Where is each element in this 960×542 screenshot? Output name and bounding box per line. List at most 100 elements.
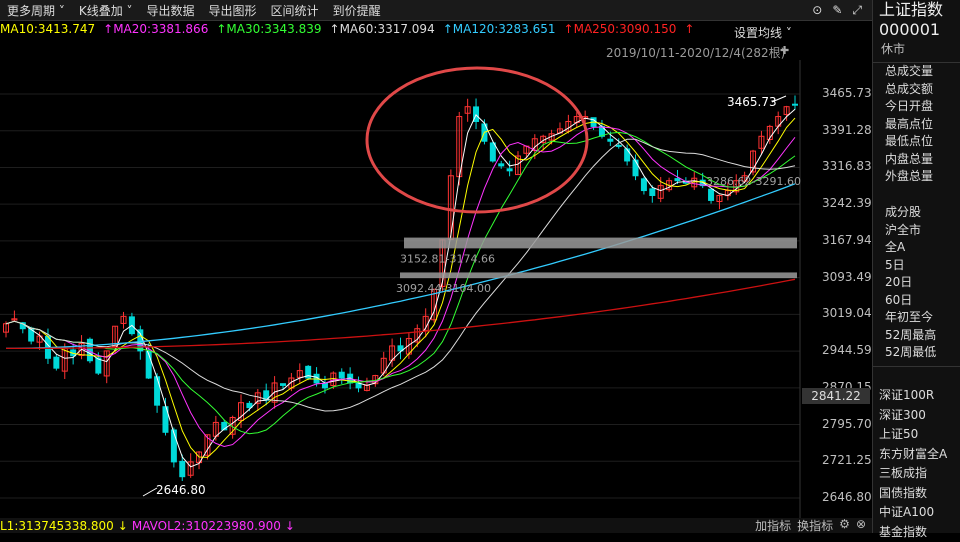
sidebar-item[interactable]: 最高点位	[873, 116, 960, 134]
sidebar-item[interactable]: 52周最高	[873, 327, 960, 345]
toolbar-item-1[interactable]: K线叠加 ˅	[72, 2, 140, 19]
stats-list: 总成交量总成交额今日开盘最高点位最低点位内盘总量外盘总量	[873, 63, 960, 186]
volume-legend-item: ↓	[285, 519, 295, 533]
sidebar-item[interactable]: 上证50	[873, 425, 960, 445]
indicator-controls: 加指标换指标 ⚙ ⊗	[755, 517, 872, 534]
toolbar-item-0[interactable]: 更多周期 ˅	[0, 2, 72, 19]
sidebar-item[interactable]: 深证300	[873, 406, 960, 426]
candle-body	[625, 149, 630, 161]
price-band	[404, 238, 797, 249]
volume-legend-item: MAVOL2:310223980.900	[132, 519, 281, 533]
volume-legend-bar: L1:313745338.800 ↓ MAVOL2:310223980.900 ↓ 加指…	[0, 518, 872, 533]
indicator-control-2[interactable]: ⚙	[839, 517, 850, 534]
current-price-tag: 2841.22	[802, 388, 870, 404]
candle-body	[180, 461, 185, 476]
candle-body	[507, 169, 512, 171]
market-status: 休市	[873, 40, 960, 58]
low-arrow	[143, 488, 157, 496]
toolbar-item-3[interactable]: 导出图形	[202, 2, 264, 19]
volume-legend-item: ↓	[118, 519, 128, 533]
price-tick-label: 3019.04	[822, 306, 872, 320]
candle-body	[633, 160, 638, 176]
sidebar-item[interactable]: 52周最低	[873, 344, 960, 362]
candle-body	[490, 143, 495, 161]
kline-chart[interactable]: 3152.81-3174.66 3092.44-3104.00 3286.62-32…	[0, 60, 872, 518]
price-tick-label: 2646.80	[822, 490, 872, 504]
candle-body	[96, 358, 101, 373]
price-tick-label: 3316.83	[822, 159, 872, 173]
price-tick-label: 3391.28	[822, 123, 872, 137]
candle-body	[793, 104, 798, 105]
price-tick-label: 2721.25	[822, 453, 872, 467]
date-range-label: 2019/10/11-2020/12/4(282根)	[606, 44, 785, 61]
price-tick-label: 3242.39	[822, 196, 872, 210]
chart-toolbar: 更多周期 ˅K线叠加 ˅导出数据导出图形区间统计到价提醒 ⊙ ✎ ⤢	[0, 0, 872, 21]
set-ma-button[interactable]: 设置均线 ˅	[734, 24, 792, 41]
collapse-icon[interactable]: ⊙	[812, 3, 822, 18]
sidebar-item[interactable]: 60日	[873, 292, 960, 310]
ma-legend-item: ↑MA30:3343.839	[216, 22, 321, 42]
sidebar-item[interactable]: 全A	[873, 239, 960, 257]
volume-legend-item: L1:313745338.800	[0, 519, 114, 533]
pin-icon[interactable]: ✚	[780, 44, 789, 57]
candle-body	[356, 383, 361, 388]
sidebar-item[interactable]: 中证A100	[873, 503, 960, 523]
toolbar-item-4[interactable]: 区间统计	[264, 2, 326, 19]
divider	[873, 366, 960, 367]
sidebar-item[interactable]: 总成交量	[873, 63, 960, 81]
ma-legend-item: ↑MA20:3381.866	[103, 22, 208, 42]
index-list: 深证100R深证300上证50东方财富全A三板成指国债指数中证A100基金指数	[873, 386, 960, 542]
candle-body	[171, 430, 176, 462]
sidebar-item[interactable]: 最低点位	[873, 133, 960, 151]
indicator-control-3[interactable]: ⊗	[856, 517, 866, 534]
sidebar-item[interactable]: 外盘总量	[873, 168, 960, 186]
sidebar-item[interactable]: 沪全市	[873, 222, 960, 240]
sidebar-item[interactable]: 三板成指	[873, 464, 960, 484]
fullscreen-icon[interactable]: ⤢	[852, 3, 862, 18]
brush-icon[interactable]: ✎	[832, 3, 842, 18]
band-label: 3286.62-3291.60	[706, 175, 801, 188]
sidebar-item[interactable]: 5日	[873, 257, 960, 275]
window-controls: ⊙ ✎ ⤢	[812, 3, 872, 18]
toolbar-item-2[interactable]: 导出数据	[140, 2, 202, 19]
sidebar-item[interactable]: 东方财富全A	[873, 445, 960, 465]
candle-body	[675, 179, 680, 181]
index-code: 000001	[873, 20, 960, 40]
sidebar-item[interactable]: 国债指数	[873, 484, 960, 504]
candle-body	[87, 339, 92, 360]
band-label: 3092.44-3104.00	[396, 282, 491, 295]
candle-body	[641, 179, 646, 191]
sidebar-item[interactable]: 今日开盘	[873, 98, 960, 116]
group-list: 成分股沪全市全A5日20日60日年初至今52周最高52周最低	[873, 204, 960, 362]
ma-legend-item: ↑MA250:3090.150	[564, 22, 677, 42]
candle-body	[709, 189, 714, 200]
price-tick-label: 2944.59	[822, 343, 872, 357]
toolbar-item-5[interactable]: 到价提醒	[326, 2, 388, 19]
candle-body	[608, 139, 613, 141]
candle-body	[280, 384, 285, 386]
low-label: 2646.80	[156, 483, 206, 497]
candle-body	[650, 189, 655, 196]
candle-body	[54, 357, 59, 368]
sidebar-item[interactable]: 总成交额	[873, 81, 960, 99]
price-tick-label: 3167.94	[822, 233, 872, 247]
sidebar-item[interactable]: 20日	[873, 274, 960, 292]
indicator-control-1[interactable]: 换指标	[797, 517, 833, 534]
high-label: 3465.73	[727, 95, 777, 109]
kline-chart-svg: 3152.81-3174.66 3092.44-3104.00 3286.62-32…	[0, 60, 872, 518]
ma-legend-item: ↑	[684, 22, 694, 42]
candle-body	[616, 145, 621, 146]
band-label: 3152.81-3174.66	[400, 252, 495, 265]
price-band	[400, 272, 797, 278]
candle-body	[499, 164, 504, 166]
price-tick-label: 2795.70	[822, 417, 872, 431]
sidebar-item[interactable]: 年初至今	[873, 309, 960, 327]
indicator-control-0[interactable]: 加指标	[755, 517, 791, 534]
sidebar-item[interactable]: 成分股	[873, 204, 960, 222]
ma-legend-item: MA10:3413.747	[0, 22, 95, 42]
candle-body	[155, 377, 160, 405]
sidebar-item[interactable]: 基金指数	[873, 523, 960, 542]
price-tick-label: 3465.73	[822, 86, 872, 100]
sidebar-item[interactable]: 深证100R	[873, 386, 960, 406]
sidebar-item[interactable]: 内盘总量	[873, 151, 960, 169]
